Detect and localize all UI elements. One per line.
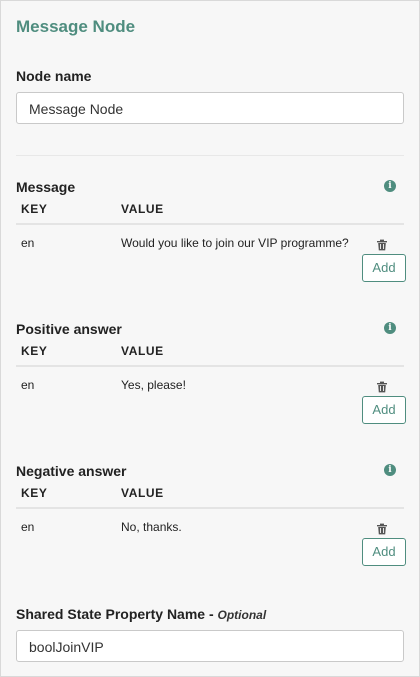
shared-state-label-text: Shared State Property Name - — [16, 606, 218, 622]
divider — [16, 155, 404, 156]
key-column-header: KEY — [21, 486, 48, 500]
table-row-key[interactable]: en — [21, 236, 34, 250]
info-icon[interactable]: i — [384, 180, 396, 192]
negative-answer-label: Negative answer — [16, 463, 127, 479]
table-header-border — [16, 365, 404, 367]
add-positive-answer-button[interactable]: Add — [362, 396, 406, 424]
value-column-header: VALUE — [121, 202, 164, 216]
key-column-header: KEY — [21, 202, 48, 216]
trash-icon[interactable] — [376, 523, 388, 535]
table-row-key[interactable]: en — [21, 378, 34, 392]
node-name-input[interactable]: Message Node — [16, 92, 404, 124]
shared-state-input[interactable]: boolJoinVIP — [16, 630, 404, 662]
table-row-value[interactable]: Yes, please! — [121, 378, 186, 392]
shared-state-label: Shared State Property Name - Optional — [16, 606, 266, 622]
info-icon[interactable]: i — [384, 464, 396, 476]
message-label: Message — [16, 179, 76, 195]
message-section: Message i KEY VALUE en Would you like to… — [1, 179, 419, 319]
add-negative-answer-button[interactable]: Add — [362, 538, 406, 566]
trash-icon[interactable] — [376, 239, 388, 251]
table-row-key[interactable]: en — [21, 520, 34, 534]
table-header-border — [16, 507, 404, 509]
message-node-panel: Message Node Node name Message Node Mess… — [0, 0, 420, 677]
optional-tag: Optional — [217, 608, 267, 622]
negative-answer-section: Negative answer i KEY VALUE en No, thank… — [1, 463, 419, 603]
table-header-border — [16, 223, 404, 225]
trash-icon[interactable] — [376, 381, 388, 393]
table-row-value[interactable]: No, thanks. — [121, 520, 182, 534]
add-message-button[interactable]: Add — [362, 254, 406, 282]
node-name-label: Node name — [16, 68, 92, 84]
panel-title: Message Node — [16, 17, 136, 36]
value-column-header: VALUE — [121, 486, 164, 500]
key-column-header: KEY — [21, 344, 48, 358]
info-icon[interactable]: i — [384, 322, 396, 334]
positive-answer-label: Positive answer — [16, 321, 122, 337]
table-row-value[interactable]: Would you like to join our VIP programme… — [121, 236, 349, 250]
positive-answer-section: Positive answer i KEY VALUE en Yes, plea… — [1, 321, 419, 461]
value-column-header: VALUE — [121, 344, 164, 358]
